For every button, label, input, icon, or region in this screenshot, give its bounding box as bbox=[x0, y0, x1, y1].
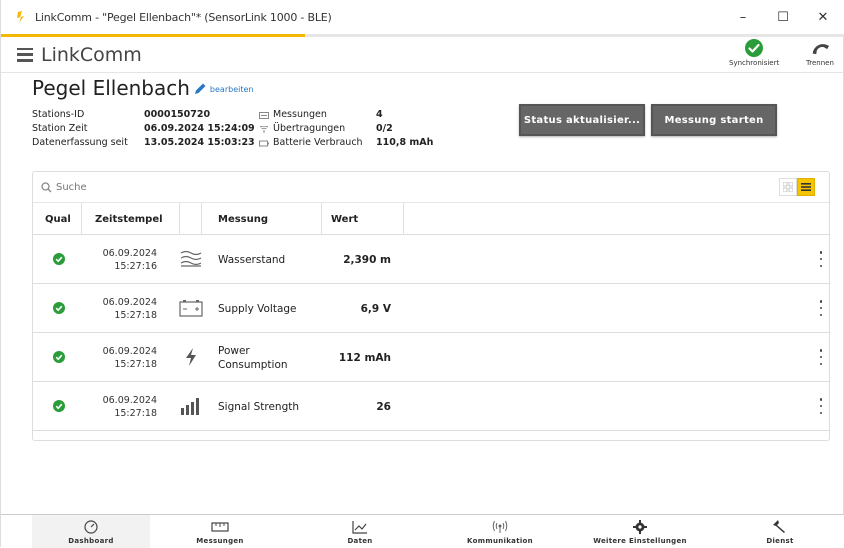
col-timestamp[interactable]: Zeitstempel bbox=[95, 203, 163, 235]
minimize-button[interactable]: – bbox=[723, 0, 763, 34]
battery-small-icon bbox=[259, 140, 269, 146]
nav-data[interactable]: Daten bbox=[301, 515, 419, 548]
menu-icon[interactable] bbox=[17, 47, 33, 62]
water-level-icon bbox=[179, 249, 203, 269]
title-bar: LinkComm - "Pegel Ellenbach"* (SensorLin… bbox=[1, 0, 844, 34]
measurements-panel: Qual Zeitstempel Messung Wert 06.09.2024… bbox=[32, 171, 830, 441]
timestamp: 06.09.2024 15:27:16 bbox=[102, 248, 157, 272]
search-input[interactable] bbox=[56, 181, 356, 193]
signal-strength-icon bbox=[179, 396, 203, 416]
station-title: Pegel Ellenbach bearbeiten bbox=[32, 76, 253, 100]
station-info-values: 0000150720 06.09.2024 15:24:09 13.05.202… bbox=[144, 108, 255, 150]
battery-icon bbox=[179, 298, 203, 318]
station-info-labels: Stations-ID Station Zeit Datenerfassung … bbox=[32, 108, 128, 150]
more-options-icon[interactable] bbox=[818, 300, 824, 316]
transmissions-value: 0/2 bbox=[376, 123, 393, 134]
maximize-button[interactable]: ☐ bbox=[763, 0, 803, 34]
measurement-value: 112 mAh bbox=[338, 351, 391, 364]
station-time-value: 06.09.2024 15:24:09 bbox=[144, 123, 255, 134]
station-id-label: Stations-ID bbox=[32, 109, 85, 120]
table-row[interactable]: 06.09.2024 15:27:16 Wasserstand 2,390 m bbox=[33, 235, 829, 284]
app-window: LinkComm - "Pegel Ellenbach"* (SensorLin… bbox=[0, 0, 844, 548]
app-brand: LinkComm bbox=[41, 43, 142, 66]
search-icon bbox=[41, 181, 52, 192]
station-stats-values: 4 0/2 110,8 mAh bbox=[376, 108, 433, 150]
nav-service[interactable]: Dienst bbox=[721, 515, 839, 548]
pencil-icon[interactable] bbox=[194, 82, 207, 95]
data-since-label: Datenerfassung seit bbox=[32, 137, 128, 148]
app-logo-icon bbox=[17, 11, 24, 23]
battery-usage-value: 110,8 mAh bbox=[376, 137, 434, 148]
view-toggle bbox=[779, 178, 815, 196]
measurement-name: Wasserstand bbox=[218, 253, 286, 266]
measurement-name: Power Consumption bbox=[218, 344, 288, 371]
transmissions-label: Übertragungen bbox=[273, 123, 346, 134]
table-row[interactable]: 06.09.2024 15:27:18 Supply Voltage 6,9 V bbox=[33, 284, 829, 333]
quality-ok-icon bbox=[53, 253, 65, 265]
grid-view-button[interactable] bbox=[779, 178, 797, 196]
col-value[interactable]: Wert bbox=[331, 203, 358, 235]
wrench-icon bbox=[773, 519, 785, 533]
table-row[interactable]: 06.09.2024 15:27:18 Power Consumption 112… bbox=[33, 333, 829, 382]
station-id-value: 0000150720 bbox=[144, 109, 211, 120]
station-name: Pegel Ellenbach bbox=[32, 76, 190, 100]
nav-dashboard[interactable]: Dashboard bbox=[32, 515, 150, 548]
gear-icon bbox=[633, 519, 647, 534]
ruler-icon bbox=[211, 521, 229, 532]
lightning-icon bbox=[179, 347, 203, 367]
data-since-value: 13.05.2024 15:03:23 bbox=[144, 137, 255, 148]
table-row[interactable]: 06.09.2024 15:27:18 Signal Strength 26 bbox=[33, 382, 829, 431]
window-controls: – ☐ ✕ bbox=[723, 0, 843, 34]
list-icon bbox=[801, 183, 811, 191]
search-bar bbox=[33, 172, 829, 203]
measurements-label: Messungen bbox=[273, 109, 327, 120]
more-options-icon[interactable] bbox=[818, 398, 824, 414]
quality-ok-icon bbox=[53, 400, 65, 412]
gauge-icon bbox=[84, 519, 98, 534]
window-title: LinkComm - "Pegel Ellenbach"* (SensorLin… bbox=[35, 10, 332, 24]
timestamp: 06.09.2024 15:27:18 bbox=[102, 346, 157, 370]
more-options-icon[interactable] bbox=[818, 251, 824, 267]
close-button[interactable]: ✕ bbox=[803, 0, 843, 34]
disconnect-button[interactable]: Trennen bbox=[806, 38, 834, 67]
sync-status-button[interactable]: Synchronisiert bbox=[729, 38, 779, 67]
nav-measurements[interactable]: Messungen bbox=[161, 515, 279, 548]
timestamp: 06.09.2024 15:27:18 bbox=[102, 297, 157, 321]
app-header: LinkComm bbox=[1, 37, 844, 73]
table-header: Qual Zeitstempel Messung Wert bbox=[33, 203, 829, 235]
check-circle-icon bbox=[745, 39, 764, 57]
battery-usage-label: Batterie Verbrauch bbox=[273, 137, 363, 148]
station-stats-labels: Messungen Übertragungen Batterie Verbrau… bbox=[259, 108, 363, 150]
measurement-value: 26 bbox=[376, 400, 391, 413]
line-chart-icon bbox=[352, 520, 367, 534]
col-quality[interactable]: Qual bbox=[45, 203, 71, 235]
measurement-value: 6,9 V bbox=[360, 302, 391, 315]
measurements-icon bbox=[259, 111, 269, 119]
quality-ok-icon bbox=[53, 351, 65, 363]
disconnect-label: Trennen bbox=[806, 59, 834, 67]
measurements-value: 4 bbox=[376, 109, 383, 120]
station-time-label: Station Zeit bbox=[32, 123, 88, 134]
sync-status-label: Synchronisiert bbox=[729, 59, 780, 67]
transmissions-icon bbox=[259, 125, 269, 133]
edit-link[interactable]: bearbeiten bbox=[210, 85, 254, 94]
measurement-name: Signal Strength bbox=[218, 400, 300, 413]
more-options-icon[interactable] bbox=[818, 349, 824, 365]
grid-icon bbox=[783, 182, 793, 192]
list-view-button[interactable] bbox=[797, 178, 815, 196]
measurement-value: 2,390 m bbox=[343, 253, 391, 266]
col-measurement[interactable]: Messung bbox=[218, 203, 268, 235]
measurement-name: Supply Voltage bbox=[218, 302, 297, 315]
quality-ok-icon bbox=[53, 302, 65, 314]
nav-settings[interactable]: Weitere Einstellungen bbox=[581, 515, 699, 548]
bottom-navigation: Dashboard Messungen Daten Kommunikation … bbox=[1, 514, 844, 548]
nav-communication[interactable]: Kommunikation bbox=[441, 515, 559, 548]
start-measurement-button[interactable]: Messung starten bbox=[651, 104, 777, 136]
refresh-status-button[interactable]: Status aktualisier... bbox=[519, 104, 645, 136]
phone-hangup-icon bbox=[812, 44, 829, 55]
antenna-icon bbox=[492, 520, 508, 533]
timestamp: 06.09.2024 15:27:18 bbox=[102, 395, 157, 419]
